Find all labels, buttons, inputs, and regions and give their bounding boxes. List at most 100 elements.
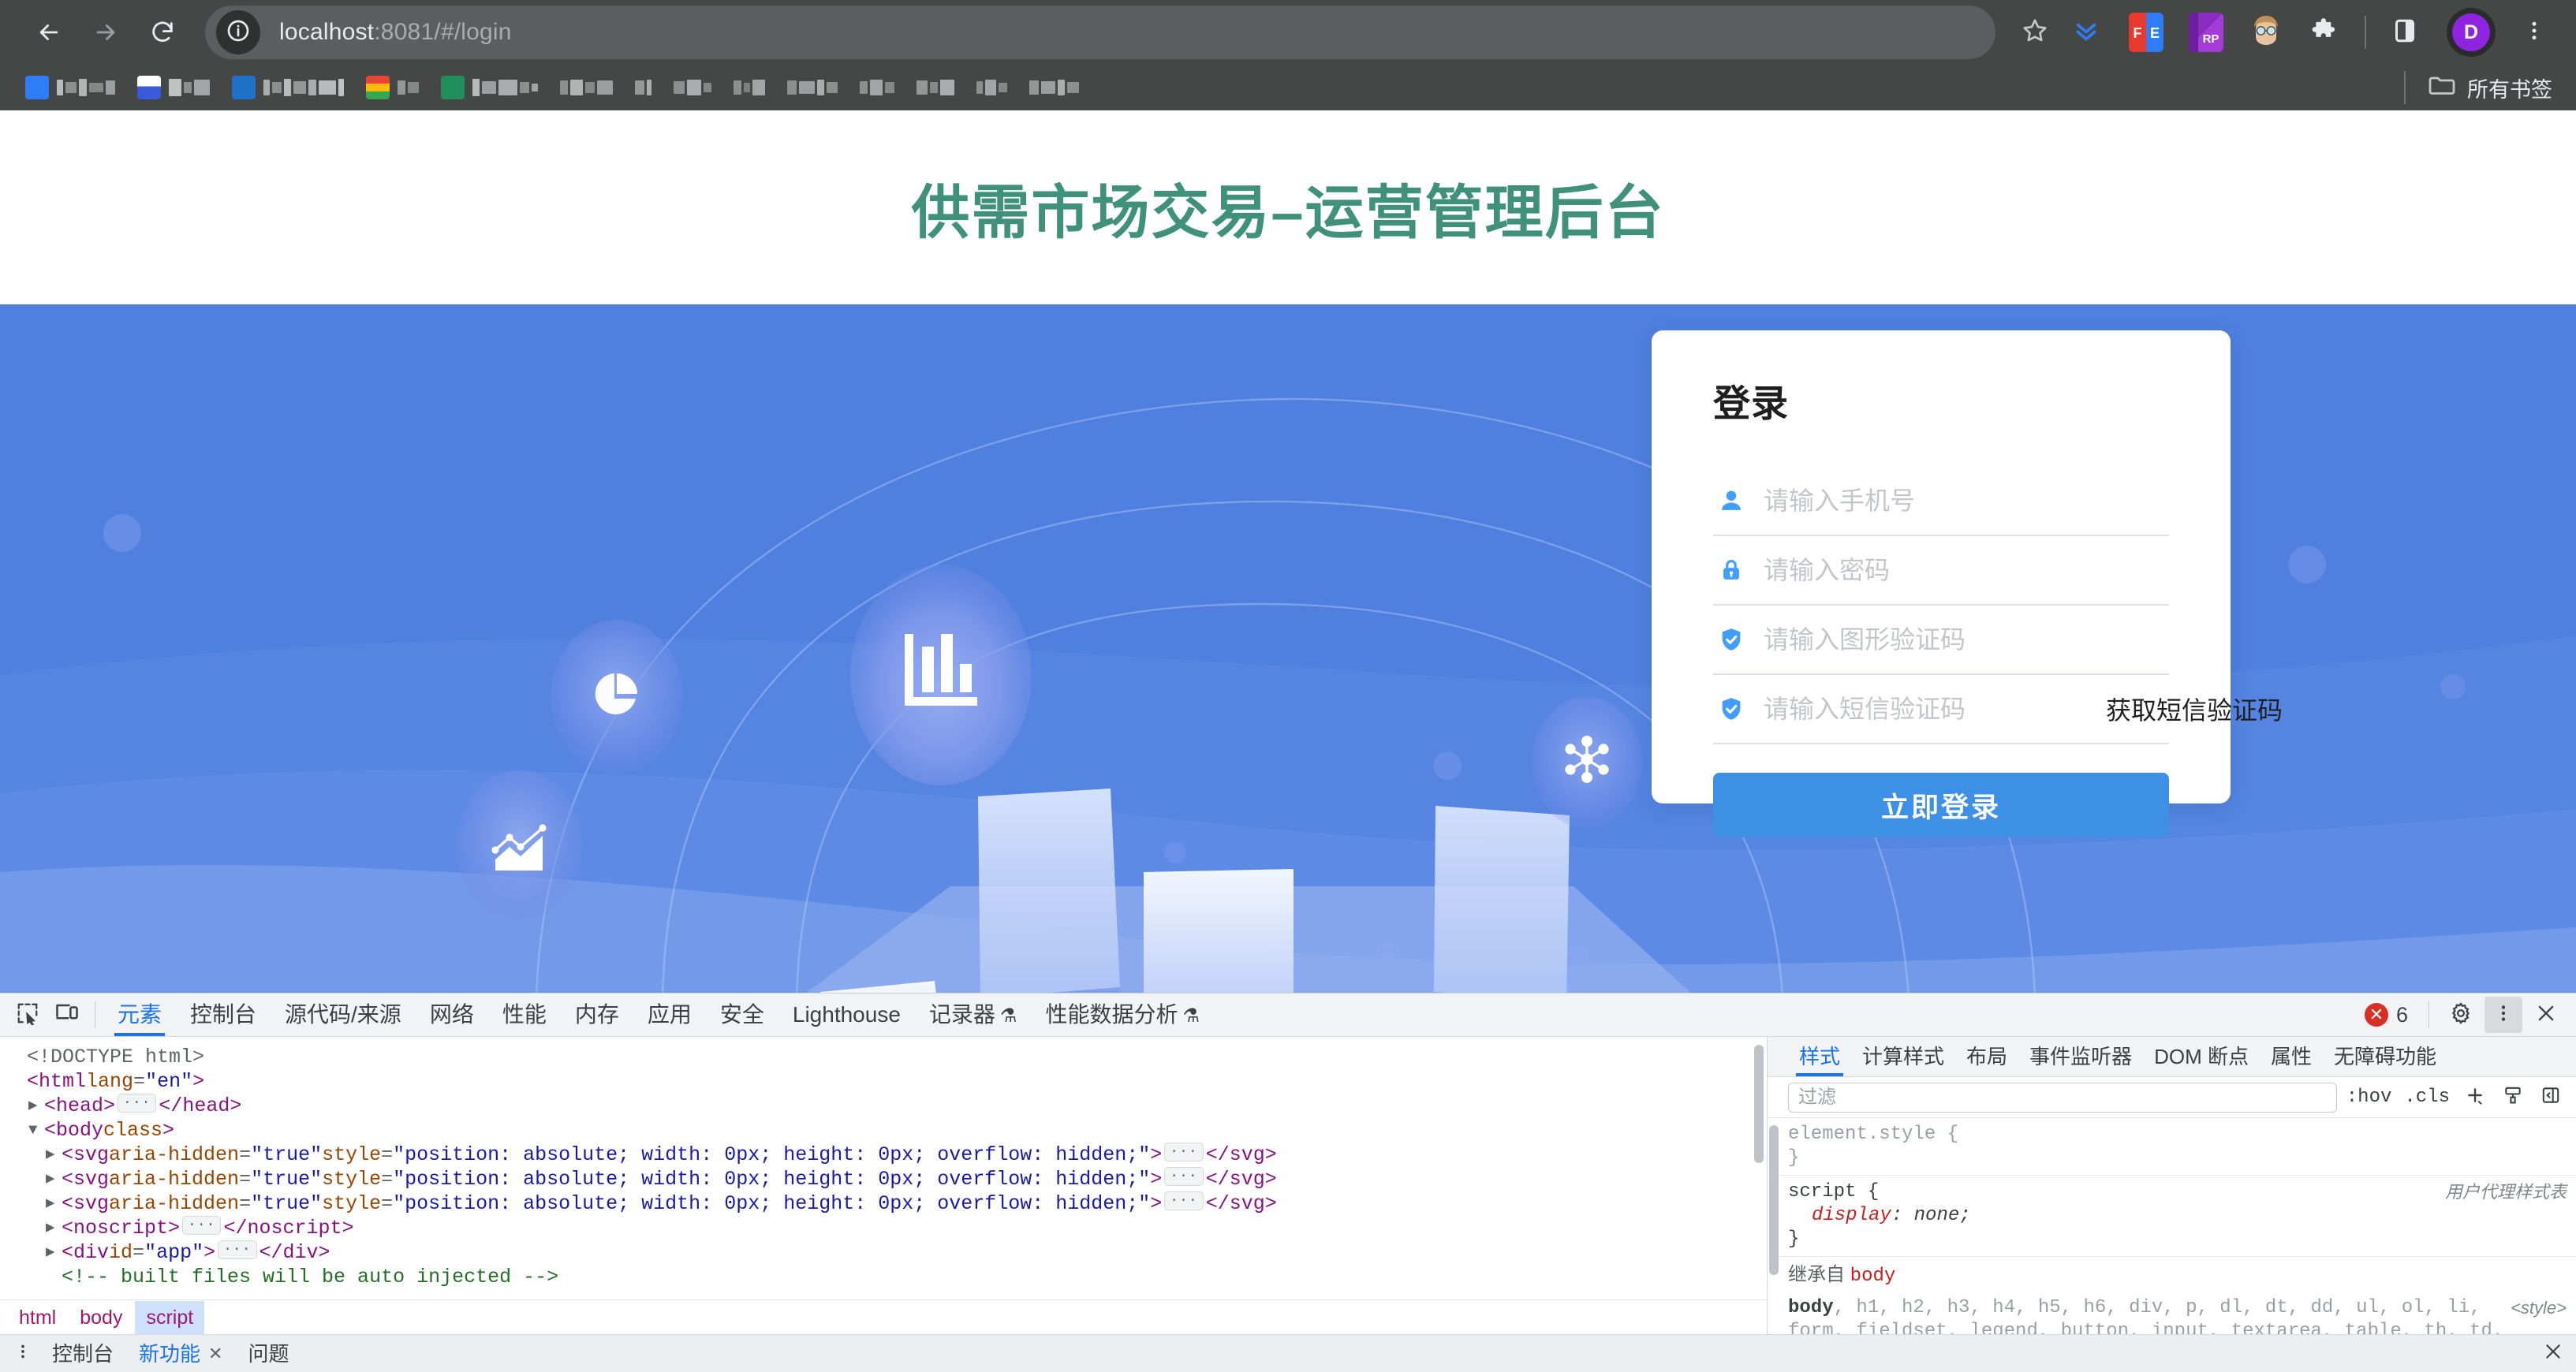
address-bar[interactable]: localhost:8081/#/login — [205, 6, 1995, 59]
devtools-tab-performance[interactable]: 性能 — [488, 994, 561, 1036]
bookmark-item[interactable] — [905, 69, 965, 106]
devtools-tab-lighthouse[interactable]: Lighthouse — [778, 994, 915, 1036]
reload-button[interactable] — [134, 4, 191, 61]
styles-tab-event-listeners[interactable]: 事件监听器 — [2018, 1037, 2143, 1076]
dom-collapsed-ellipsis[interactable]: ··· — [118, 1094, 157, 1113]
bookmark-item[interactable] — [430, 69, 549, 106]
drawer-close-button[interactable] — [2543, 1341, 2563, 1366]
devtools-tab-elements[interactable]: 元素 — [103, 994, 176, 1036]
devtools-more-button[interactable] — [2485, 997, 2522, 1033]
style-rule-inherited-body[interactable]: <style> body, h1, h2, h3, h4, h5, h6, di… — [1768, 1292, 2576, 1334]
breadcrumb-body[interactable]: body — [69, 1301, 133, 1334]
styles-tab-accessibility[interactable]: 无障碍功能 — [2323, 1037, 2447, 1076]
dom-collapsed-ellipsis[interactable]: ··· — [1164, 1167, 1204, 1186]
devtools-tab-console[interactable]: 控制台 — [176, 994, 271, 1036]
styles-tab-computed[interactable]: 计算样式 — [1851, 1037, 1955, 1076]
devtools-settings-button[interactable] — [2442, 997, 2480, 1033]
bookmark-item[interactable] — [1018, 69, 1090, 106]
dom-tree-line[interactable]: ▶ < svg aria-hidden = "true" style = "position… — [11, 1143, 1767, 1167]
extension-fe-button[interactable]: F E — [2125, 11, 2167, 54]
styles-tab-properties[interactable]: 属性 — [2260, 1037, 2323, 1076]
forward-button[interactable] — [77, 4, 134, 61]
drawer-more-button[interactable] — [6, 1337, 39, 1370]
bookmark-item[interactable] — [722, 69, 776, 106]
side-panel-button[interactable] — [2384, 11, 2426, 54]
computed-styles-pen-button[interactable] — [2497, 1082, 2529, 1113]
bookmark-item[interactable] — [849, 69, 905, 106]
inspect-element-button[interactable] — [8, 996, 47, 1034]
devtools-tab-perf-insights[interactable]: 性能数据分析 ⚗ — [1031, 994, 1214, 1036]
bookmark-item[interactable] — [14, 69, 126, 106]
devtools-tab-network[interactable]: 网络 — [416, 994, 488, 1036]
drawer-tab-console[interactable]: 控制台 — [39, 1336, 126, 1372]
devtools-tab-security[interactable]: 安全 — [706, 994, 778, 1036]
style-rule-element-style[interactable]: element.style { } — [1768, 1118, 2576, 1176]
profile-avatar[interactable]: D — [2447, 8, 2496, 57]
dom-tree-line[interactable]: ▶ < svg aria-hidden = "true" style = "position… — [11, 1191, 1767, 1216]
collapse-arrow-icon[interactable]: ▶ — [46, 1191, 62, 1216]
bookmark-item[interactable] — [355, 69, 430, 106]
error-count-badge[interactable]: ✕ 6 — [2357, 1003, 2416, 1027]
breadcrumb-html[interactable]: html — [8, 1301, 67, 1334]
dom-tree-line[interactable]: ·<!-- built files will be auto injected … — [11, 1265, 1767, 1289]
captcha-input[interactable] — [1749, 616, 2169, 663]
collapse-arrow-icon[interactable]: ▶ — [46, 1240, 62, 1265]
rule-declaration[interactable]: display: none; — [1788, 1204, 2567, 1228]
drawer-tab-issues[interactable]: 问题 — [235, 1336, 301, 1372]
new-style-rule-button[interactable] — [2459, 1082, 2491, 1113]
dom-tree-line[interactable]: ·<!DOCTYPE html> — [11, 1045, 1767, 1069]
back-button[interactable] — [21, 4, 77, 61]
devtools-tab-application[interactable]: 应用 — [633, 994, 706, 1036]
styles-tab-layout[interactable]: 布局 — [1955, 1037, 2018, 1076]
sms-code-input[interactable] — [1749, 685, 2095, 733]
dom-tree-line[interactable]: ▼ < body class > — [11, 1118, 1767, 1143]
collapse-arrow-icon[interactable]: ▶ — [46, 1167, 62, 1191]
dom-tree-line[interactable]: ▶ <noscript> ··· </noscript> — [11, 1216, 1767, 1240]
collapse-arrow-icon[interactable]: ▶ — [46, 1216, 62, 1240]
extension-rp-button[interactable]: RP — [2185, 11, 2227, 54]
dom-collapsed-ellipsis[interactable]: ··· — [1164, 1191, 1204, 1210]
get-sms-code-button[interactable]: 获取短信验证码 — [2095, 691, 2283, 727]
dom-collapsed-ellipsis[interactable]: ··· — [1164, 1143, 1204, 1161]
downloads-button[interactable] — [2065, 11, 2107, 54]
dom-tree-line[interactable]: ·<html lang="en"> — [11, 1069, 1767, 1094]
bookmark-item[interactable] — [776, 69, 849, 106]
dom-tree-line[interactable]: ▶ <head> ··· </head> — [11, 1094, 1767, 1118]
toggle-sidebar-button[interactable] — [2535, 1082, 2567, 1113]
styles-tab-dom-breakpoints[interactable]: DOM 断点 — [2143, 1037, 2260, 1076]
extension-avatar-button[interactable] — [2245, 11, 2287, 54]
styles-filter-input[interactable] — [1788, 1082, 2337, 1113]
bookmark-button[interactable] — [2011, 9, 2059, 56]
extensions-button[interactable] — [2305, 11, 2347, 54]
devtools-tab-recorder[interactable]: 记录器 ⚗ — [915, 994, 1032, 1036]
bookmark-item[interactable] — [126, 69, 221, 106]
bookmark-item[interactable] — [549, 69, 624, 106]
collapse-arrow-icon[interactable]: ▶ — [28, 1094, 44, 1118]
url-text[interactable]: localhost:8081/#/login — [279, 19, 512, 46]
bookmark-item[interactable] — [624, 69, 663, 106]
browser-menu-button[interactable] — [2513, 11, 2555, 54]
devtools-tab-sources[interactable]: 源代码/来源 — [271, 994, 416, 1036]
expand-arrow-icon[interactable]: ▼ — [28, 1118, 44, 1143]
dom-collapsed-ellipsis[interactable]: ··· — [218, 1240, 257, 1259]
styles-tab-styles[interactable]: 样式 — [1788, 1037, 1851, 1076]
bookmark-item[interactable] — [965, 69, 1018, 106]
close-icon[interactable]: ✕ — [208, 1336, 222, 1372]
drawer-tab-whatsnew[interactable]: 新功能 ✕ — [126, 1336, 235, 1372]
all-bookmarks-button[interactable]: 所有书签 — [2421, 73, 2559, 103]
login-submit-button[interactable]: 立即登录 — [1713, 773, 2169, 837]
dom-tree-line[interactable]: ▶ < svg aria-hidden = "true" style = "position… — [11, 1167, 1767, 1191]
styles-scrollbar[interactable] — [1769, 1125, 1779, 1275]
breadcrumb-script[interactable]: script — [135, 1300, 205, 1334]
style-rule-script[interactable]: 用户代理样式表 script { display: none; } — [1768, 1176, 2576, 1258]
dom-collapsed-ellipsis[interactable]: ··· — [182, 1216, 222, 1235]
device-toolbar-button[interactable] — [47, 996, 87, 1034]
phone-input[interactable] — [1749, 477, 2169, 524]
element-classes-button[interactable]: .cls — [2401, 1087, 2453, 1108]
bookmark-item[interactable] — [221, 69, 355, 106]
devtools-tab-memory[interactable]: 内存 — [561, 994, 633, 1036]
password-input[interactable] — [1749, 546, 2169, 594]
dom-tree[interactable]: ·<!DOCTYPE html>·<html lang="en">▶<head>… — [0, 1037, 1767, 1299]
force-state-hov-button[interactable]: :hov — [2343, 1087, 2395, 1108]
dom-tree-line[interactable]: ▶ < div id = "app" > ··· </div> — [11, 1240, 1767, 1265]
